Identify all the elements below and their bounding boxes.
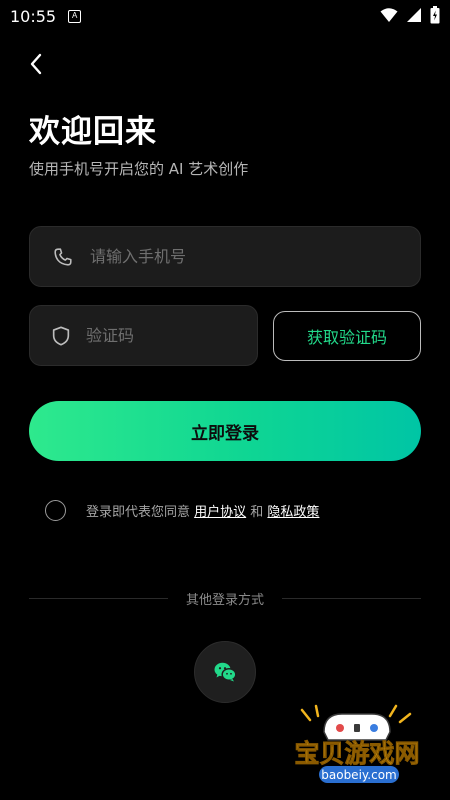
get-code-button[interactable]: 获取验证码	[273, 311, 421, 361]
code-field[interactable]	[29, 305, 286, 366]
svg-text:宝贝游戏网: 宝贝游戏网	[294, 739, 419, 768]
wifi-icon	[380, 8, 398, 22]
phone-field[interactable]	[29, 226, 421, 287]
phone-icon	[50, 244, 76, 270]
status-icons	[380, 6, 440, 24]
page-title: 欢迎回来	[29, 114, 157, 150]
watermark-logo: 宝贝游戏网 baobeiy.com	[294, 704, 420, 783]
other-login-label: 其他登录方式	[186, 593, 265, 608]
divider-line-right	[282, 598, 422, 599]
status-time: 10:55	[10, 6, 57, 26]
other-login-divider: 其他登录方式	[29, 589, 422, 608]
notification-a-icon: A	[68, 9, 82, 23]
agreement-checkbox[interactable]	[45, 500, 66, 521]
signal-icon	[407, 8, 421, 22]
code-input[interactable]	[86, 326, 286, 345]
back-button[interactable]	[20, 48, 52, 80]
shield-icon	[50, 323, 72, 349]
page-subtitle: 使用手机号开启您的 AI 艺术创作	[29, 160, 249, 178]
agreement-and: 和	[246, 505, 268, 520]
back-icon	[30, 53, 42, 75]
privacy-policy-link[interactable]: 隐私政策	[267, 505, 319, 520]
wechat-icon	[214, 662, 237, 682]
wechat-login-button[interactable]	[194, 641, 256, 703]
battery-icon	[430, 6, 440, 24]
divider-line-left	[29, 598, 168, 599]
user-agreement-link[interactable]: 用户协议	[194, 505, 246, 520]
status-bar: 10:55 A	[0, 0, 450, 32]
agreement-text: 登录即代表您同意 用户协议 和 隐私政策	[86, 501, 319, 520]
phone-input[interactable]	[90, 247, 420, 266]
agreement-row: 登录即代表您同意 用户协议 和 隐私政策	[45, 500, 319, 521]
svg-text:baobeiy.com: baobeiy.com	[321, 768, 396, 782]
login-button[interactable]: 立即登录	[29, 401, 421, 461]
agreement-prefix: 登录即代表您同意	[86, 505, 195, 520]
